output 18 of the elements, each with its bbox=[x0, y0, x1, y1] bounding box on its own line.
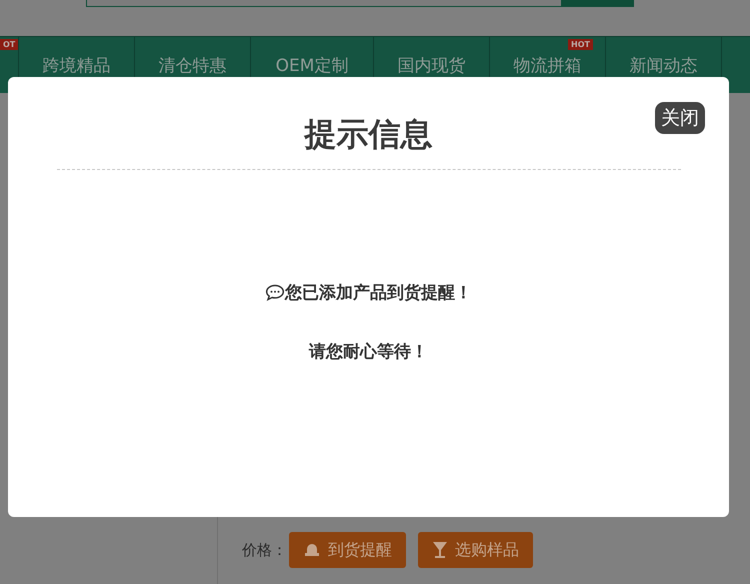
nav-link[interactable]: 物流拼箱 bbox=[514, 54, 582, 76]
speech-bubble-icon bbox=[265, 284, 285, 301]
dialog-title: 提示信息 bbox=[304, 114, 432, 155]
hot-badge: OT bbox=[0, 39, 18, 50]
goblet-icon bbox=[432, 541, 448, 559]
hot-badge: HOT bbox=[568, 39, 593, 50]
nav-link[interactable]: 国内现货 bbox=[398, 54, 466, 76]
nav-link[interactable]: OEM定制 bbox=[276, 54, 348, 76]
bell-icon bbox=[303, 541, 321, 559]
nav-link[interactable]: 清仓特惠 bbox=[158, 54, 226, 76]
close-button[interactable]: 关闭 bbox=[655, 102, 705, 134]
price-label: 价格： bbox=[242, 540, 287, 560]
nav-link[interactable]: 新闻动态 bbox=[630, 54, 698, 76]
message-text: 请您耐心等待！ bbox=[309, 341, 428, 363]
message-text: 您已添加产品到货提醒！ bbox=[285, 282, 472, 304]
restock-alert-button[interactable]: 到货提醒 bbox=[289, 532, 406, 568]
sample-button[interactable]: 选购样品 bbox=[418, 532, 533, 568]
nav-link[interactable]: 跨境精品 bbox=[42, 54, 110, 76]
